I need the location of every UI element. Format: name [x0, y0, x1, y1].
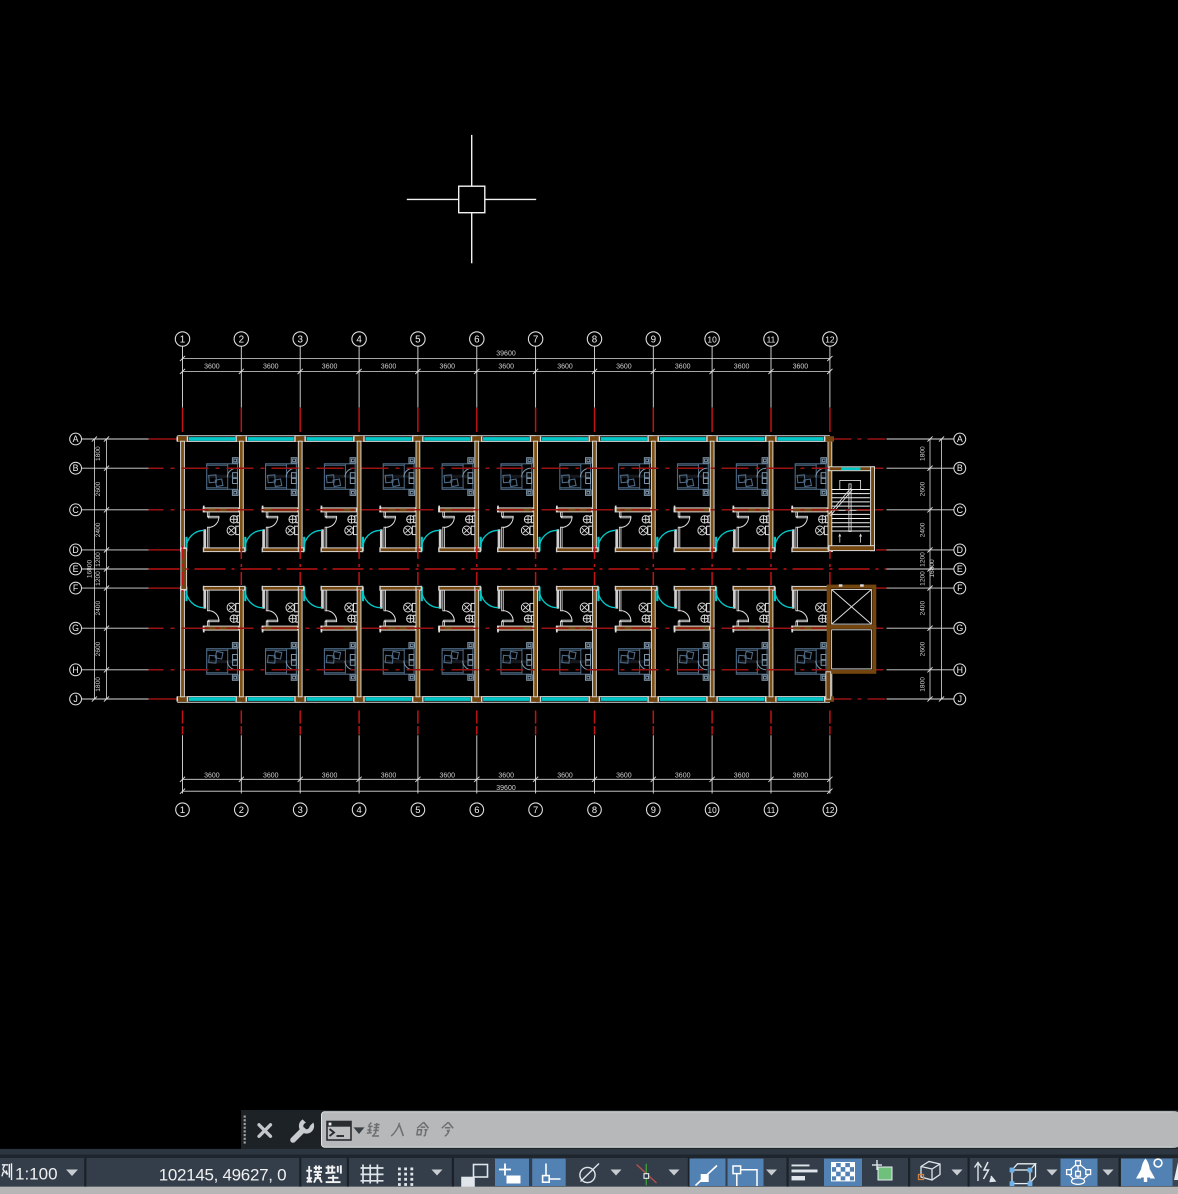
svg-text:A: A [957, 434, 963, 444]
svg-text:16800: 16800 [929, 559, 936, 578]
svg-text:G: G [72, 623, 79, 633]
svg-text:16800: 16800 [86, 560, 93, 579]
svg-text:1200: 1200 [919, 571, 926, 586]
svg-text:F: F [73, 583, 79, 593]
svg-text:10: 10 [707, 334, 717, 344]
svg-text:3600: 3600 [675, 772, 691, 779]
svg-text:3: 3 [297, 334, 303, 345]
svg-text:3600: 3600 [381, 772, 397, 779]
svg-text:5: 5 [415, 334, 421, 345]
svg-text:2400: 2400 [95, 522, 102, 537]
svg-text:1800: 1800 [95, 446, 102, 461]
svg-text:6: 6 [474, 334, 480, 345]
svg-text:3600: 3600 [204, 772, 220, 779]
svg-text:3600: 3600 [734, 772, 750, 779]
svg-text:1800: 1800 [919, 677, 926, 692]
svg-text:7: 7 [533, 804, 538, 815]
svg-text:2400: 2400 [919, 601, 926, 616]
svg-text:2600: 2600 [95, 641, 102, 656]
svg-text:3600: 3600 [440, 772, 456, 779]
svg-text:E: E [73, 564, 79, 574]
svg-text:5: 5 [415, 804, 420, 815]
svg-text:7: 7 [533, 334, 538, 345]
svg-text:1800: 1800 [95, 677, 102, 692]
svg-text:3600: 3600 [616, 364, 632, 371]
svg-text:1: 1 [180, 804, 185, 815]
svg-text:1200: 1200 [95, 552, 102, 567]
svg-text:3600: 3600 [381, 364, 397, 371]
svg-text:4: 4 [356, 804, 361, 815]
svg-text:2: 2 [239, 334, 244, 345]
svg-text:1:100: 1:100 [15, 1165, 58, 1184]
svg-text:3600: 3600 [322, 772, 338, 779]
svg-text:B: B [957, 463, 963, 473]
svg-text:3600: 3600 [616, 772, 632, 779]
svg-text:39600: 39600 [496, 351, 516, 358]
svg-text:3600: 3600 [440, 364, 456, 371]
svg-text:3600: 3600 [557, 364, 573, 371]
svg-text:8: 8 [592, 804, 597, 815]
svg-text:3600: 3600 [498, 772, 514, 779]
svg-text:G: G [956, 623, 963, 633]
svg-text:3600: 3600 [204, 364, 220, 371]
svg-text:D: D [957, 545, 963, 555]
svg-text:3600: 3600 [675, 364, 691, 371]
svg-text:1200: 1200 [95, 571, 102, 586]
svg-text:J: J [958, 694, 962, 704]
svg-text:3600: 3600 [322, 364, 338, 371]
svg-text:3600: 3600 [734, 364, 750, 371]
svg-text:3: 3 [298, 804, 303, 815]
svg-text:11: 11 [767, 806, 776, 815]
svg-text:J: J [73, 694, 77, 704]
svg-text:10: 10 [708, 806, 718, 815]
svg-text:2600: 2600 [919, 481, 926, 496]
svg-text:3600: 3600 [793, 772, 809, 779]
svg-text:D: D [72, 545, 78, 555]
svg-text:2600: 2600 [919, 641, 926, 656]
svg-text:1200: 1200 [919, 552, 926, 567]
svg-text:6: 6 [474, 804, 479, 815]
svg-text:4: 4 [356, 334, 362, 345]
svg-text:3600: 3600 [557, 772, 573, 779]
svg-text:H: H [72, 665, 78, 675]
svg-text:11: 11 [767, 334, 776, 344]
svg-text:H: H [957, 665, 963, 675]
svg-text:E: E [957, 564, 963, 574]
svg-text:F: F [957, 583, 963, 593]
svg-text:1: 1 [180, 334, 185, 345]
svg-text:3600: 3600 [263, 364, 279, 371]
svg-text:C: C [72, 505, 79, 515]
svg-text:3600: 3600 [263, 772, 279, 779]
svg-text:2400: 2400 [919, 522, 926, 537]
svg-text:2: 2 [239, 804, 244, 815]
svg-text:3600: 3600 [793, 364, 809, 371]
svg-text:9: 9 [651, 804, 656, 815]
svg-text:12: 12 [825, 334, 835, 344]
svg-text:A: A [73, 434, 79, 444]
svg-text:1800: 1800 [919, 446, 926, 461]
svg-text:B: B [73, 463, 79, 473]
svg-text:102145, 49627, 0: 102145, 49627, 0 [159, 1166, 287, 1185]
svg-text:39600: 39600 [496, 785, 516, 792]
svg-text:12: 12 [825, 806, 835, 815]
svg-text:8: 8 [592, 334, 598, 345]
svg-text:2600: 2600 [95, 481, 102, 496]
svg-text:2400: 2400 [95, 601, 102, 616]
svg-text:9: 9 [651, 334, 656, 345]
svg-text:3600: 3600 [498, 364, 514, 371]
svg-text:C: C [957, 505, 964, 515]
